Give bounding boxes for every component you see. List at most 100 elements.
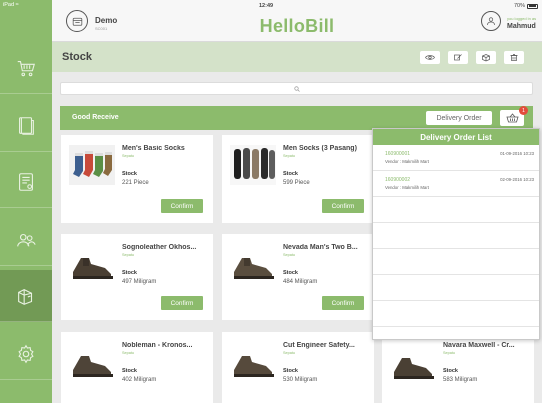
- sidebar-item-reports[interactable]: [0, 156, 52, 208]
- delivery-order-empty-row: [373, 249, 539, 275]
- stock-label: Stock: [283, 270, 298, 276]
- product-image: [390, 344, 436, 384]
- product-card[interactable]: Men Socks (3 Pasang) Sepatu Stock 599 Pi…: [222, 135, 374, 223]
- eye-icon: [425, 55, 435, 60]
- delivery-order-empty-row: [373, 301, 539, 327]
- product-name: Nevada Man's Two B...: [283, 244, 358, 251]
- book-icon: [19, 116, 34, 135]
- confirm-button[interactable]: Confirm: [322, 296, 364, 310]
- product-image: [69, 145, 115, 185]
- product-card[interactable]: Sognoleather Okhos... Sepatu Stock 497 M…: [61, 234, 213, 320]
- sidebar-item-catalog[interactable]: [0, 100, 52, 152]
- battery-percent: 70%: [513, 3, 525, 9]
- user-avatar-icon[interactable]: [481, 11, 501, 31]
- clock: 12:49: [259, 3, 274, 9]
- page-title-bar: Stock: [52, 42, 542, 72]
- product-image: [230, 145, 276, 185]
- wifi-icon: ≈: [15, 2, 19, 8]
- delivery-order-empty-row: [373, 223, 539, 249]
- delivery-order-button[interactable]: Delivery Order: [426, 111, 492, 125]
- product-card[interactable]: Men's Basic Socks Sepatu Stock 221 Piece…: [61, 135, 213, 223]
- delete-button[interactable]: [504, 51, 524, 64]
- receipt-icon: [19, 172, 33, 191]
- view-button[interactable]: [420, 51, 440, 64]
- box-icon: [482, 54, 490, 62]
- good-receive-bar: Good Receive Delivery Order 1: [60, 106, 533, 130]
- delivery-order-empty-row: [373, 197, 539, 223]
- product-card[interactable]: Cut Engineer Safety... Sepatu Stock 530 …: [222, 332, 374, 403]
- stock-value: 497 Miligram: [122, 279, 157, 285]
- stock-value: 530 Miligram: [283, 377, 318, 383]
- product-image: [69, 244, 115, 284]
- product-card[interactable]: Nevada Man's Two B... Sepatu Stock 484 M…: [222, 234, 374, 320]
- sidebar-item-customers[interactable]: [0, 214, 52, 266]
- confirm-button[interactable]: Confirm: [161, 199, 203, 213]
- stock-icon: [18, 288, 33, 305]
- sidebar: [0, 0, 52, 403]
- delivery-order-item[interactable]: 160900002 02-09-2016 10:23 Vendor : Makm…: [373, 171, 539, 197]
- confirm-button[interactable]: Confirm: [161, 296, 203, 310]
- product-name: Nobleman - Kronos...: [122, 342, 193, 349]
- delivery-order-vendor: Vendor : Makmilih Mart: [385, 159, 429, 164]
- edit-button[interactable]: [448, 51, 468, 64]
- trash-icon: [510, 54, 518, 61]
- stock-label: Stock: [283, 368, 298, 374]
- app-logo: HelloBill: [259, 16, 335, 36]
- product-card[interactable]: Nobleman - Kronos... Sepatu Stock 402 Mi…: [61, 332, 213, 403]
- product-name: Men's Basic Socks: [122, 145, 185, 152]
- edit-icon: [454, 54, 462, 61]
- delivery-order-item[interactable]: 160900001 01-09-2016 10:23 Vendor : Makm…: [373, 145, 539, 171]
- sidebar-item-stock[interactable]: [0, 270, 52, 322]
- product-category: Sepatu: [122, 351, 135, 355]
- stock-label: Stock: [122, 368, 137, 374]
- delivery-order-number: 160900001: [385, 151, 411, 157]
- product-category: Sepatu: [122, 154, 135, 158]
- search-icon: [293, 85, 300, 92]
- delivery-order-empty-row: [373, 275, 539, 301]
- battery-indicator: 70%: [514, 3, 538, 9]
- stock-label: Stock: [283, 171, 298, 177]
- settings-icon: [18, 344, 34, 363]
- product-name: Men Socks (3 Pasang): [283, 145, 357, 152]
- product-image: [69, 342, 115, 382]
- basket-button[interactable]: 1: [500, 106, 528, 126]
- stock-label: Stock: [122, 171, 137, 177]
- basket-icon: [505, 113, 519, 123]
- product-category: Sepatu: [283, 253, 296, 257]
- delivery-order-date: 01-09-2016 10:23: [500, 151, 534, 156]
- sidebar-item-sales[interactable]: [0, 42, 52, 94]
- product-category: Sepatu: [283, 351, 296, 355]
- delivery-order-date: 02-09-2016 10:23: [500, 177, 534, 182]
- confirm-button[interactable]: Confirm: [322, 199, 364, 213]
- delivery-order-number: 160900002: [385, 177, 411, 183]
- status-bar: iPad ≈ 12:49 70%: [0, 0, 542, 10]
- delivery-order-list-title: Delivery Order List: [373, 129, 539, 145]
- product-image: [230, 342, 276, 382]
- user-name[interactable]: Mahmud: [507, 23, 536, 30]
- product-name: Cut Engineer Safety...: [283, 342, 355, 349]
- page-title: Stock: [62, 51, 92, 63]
- product-card[interactable]: Navara Maxwell - Cr... Sepatu Stock 583 …: [382, 332, 534, 403]
- search-input[interactable]: [60, 82, 533, 95]
- stock-label: Stock: [122, 270, 137, 276]
- battery-icon: [527, 3, 538, 9]
- basket-count-badge: 1: [519, 106, 528, 115]
- login-note: you logged in as: [507, 16, 537, 21]
- stock-value: 599 Piece: [283, 180, 310, 186]
- product-image: [230, 244, 276, 284]
- sidebar-item-settings[interactable]: [0, 328, 52, 380]
- product-name: Sognoleather Okhos...: [122, 244, 197, 251]
- stock-value: 484 Miligram: [283, 279, 318, 285]
- package-button[interactable]: [476, 51, 496, 64]
- stock-value: 583 Miligram: [443, 377, 478, 383]
- good-receive-title: Good Receive: [72, 114, 119, 121]
- product-category: Sepatu: [443, 351, 456, 355]
- stock-value: 402 Miligram: [122, 377, 157, 383]
- stock-value: 221 Piece: [122, 180, 149, 186]
- delivery-order-vendor: Vendor : Makmilih Mart: [385, 185, 429, 190]
- customers-icon: [17, 233, 36, 246]
- product-category: Sepatu: [122, 253, 135, 257]
- product-category: Sepatu: [283, 154, 296, 158]
- stock-label: Stock: [443, 368, 458, 374]
- cart-icon: [17, 60, 35, 76]
